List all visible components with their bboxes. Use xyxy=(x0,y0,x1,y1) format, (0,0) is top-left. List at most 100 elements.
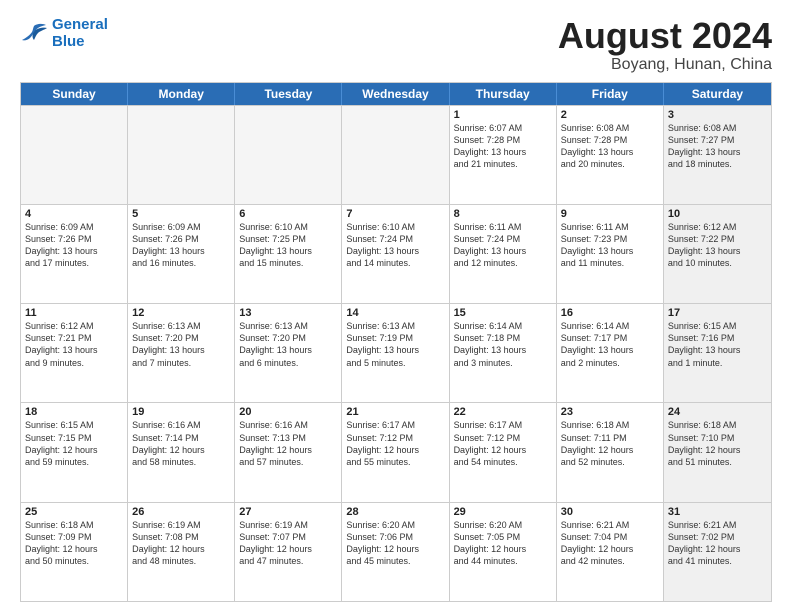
cal-cell: 3Sunrise: 6:08 AM Sunset: 7:27 PM Daylig… xyxy=(664,106,771,204)
cal-row: 25Sunrise: 6:18 AM Sunset: 7:09 PM Dayli… xyxy=(21,502,771,601)
cal-cell: 13Sunrise: 6:13 AM Sunset: 7:20 PM Dayli… xyxy=(235,304,342,402)
cell-info: Sunrise: 6:16 AM Sunset: 7:14 PM Dayligh… xyxy=(132,419,230,468)
cal-cell: 29Sunrise: 6:20 AM Sunset: 7:05 PM Dayli… xyxy=(450,503,557,601)
cell-info: Sunrise: 6:12 AM Sunset: 7:21 PM Dayligh… xyxy=(25,320,123,369)
day-number: 9 xyxy=(561,208,659,220)
cell-info: Sunrise: 6:21 AM Sunset: 7:02 PM Dayligh… xyxy=(668,519,767,568)
cell-info: Sunrise: 6:21 AM Sunset: 7:04 PM Dayligh… xyxy=(561,519,659,568)
cal-cell: 21Sunrise: 6:17 AM Sunset: 7:12 PM Dayli… xyxy=(342,403,449,501)
cal-cell xyxy=(128,106,235,204)
calendar-body: 1Sunrise: 6:07 AM Sunset: 7:28 PM Daylig… xyxy=(21,105,771,601)
cal-cell: 16Sunrise: 6:14 AM Sunset: 7:17 PM Dayli… xyxy=(557,304,664,402)
day-number: 14 xyxy=(346,307,444,319)
cal-cell: 18Sunrise: 6:15 AM Sunset: 7:15 PM Dayli… xyxy=(21,403,128,501)
day-number: 16 xyxy=(561,307,659,319)
day-number: 7 xyxy=(346,208,444,220)
cal-cell: 17Sunrise: 6:15 AM Sunset: 7:16 PM Dayli… xyxy=(664,304,771,402)
cell-info: Sunrise: 6:14 AM Sunset: 7:18 PM Dayligh… xyxy=(454,320,552,369)
logo: General Blue xyxy=(20,16,108,50)
cal-cell: 11Sunrise: 6:12 AM Sunset: 7:21 PM Dayli… xyxy=(21,304,128,402)
main-title: August 2024 xyxy=(558,16,772,56)
cal-cell: 10Sunrise: 6:12 AM Sunset: 7:22 PM Dayli… xyxy=(664,205,771,303)
cell-info: Sunrise: 6:16 AM Sunset: 7:13 PM Dayligh… xyxy=(239,419,337,468)
cal-cell: 14Sunrise: 6:13 AM Sunset: 7:19 PM Dayli… xyxy=(342,304,449,402)
day-number: 27 xyxy=(239,506,337,518)
title-block: August 2024 Boyang, Hunan, China xyxy=(558,16,772,74)
page: General Blue August 2024 Boyang, Hunan, … xyxy=(0,0,792,612)
cal-cell: 26Sunrise: 6:19 AM Sunset: 7:08 PM Dayli… xyxy=(128,503,235,601)
cell-info: Sunrise: 6:13 AM Sunset: 7:20 PM Dayligh… xyxy=(132,320,230,369)
day-number: 15 xyxy=(454,307,552,319)
cell-info: Sunrise: 6:11 AM Sunset: 7:24 PM Dayligh… xyxy=(454,221,552,270)
cell-info: Sunrise: 6:08 AM Sunset: 7:28 PM Dayligh… xyxy=(561,122,659,171)
cell-info: Sunrise: 6:18 AM Sunset: 7:11 PM Dayligh… xyxy=(561,419,659,468)
day-number: 5 xyxy=(132,208,230,220)
cell-info: Sunrise: 6:14 AM Sunset: 7:17 PM Dayligh… xyxy=(561,320,659,369)
day-number: 25 xyxy=(25,506,123,518)
day-number: 8 xyxy=(454,208,552,220)
day-number: 29 xyxy=(454,506,552,518)
day-number: 19 xyxy=(132,406,230,418)
day-number: 23 xyxy=(561,406,659,418)
cal-cell: 2Sunrise: 6:08 AM Sunset: 7:28 PM Daylig… xyxy=(557,106,664,204)
cal-header-day: Wednesday xyxy=(342,83,449,105)
day-number: 13 xyxy=(239,307,337,319)
cal-cell: 25Sunrise: 6:18 AM Sunset: 7:09 PM Dayli… xyxy=(21,503,128,601)
cell-info: Sunrise: 6:12 AM Sunset: 7:22 PM Dayligh… xyxy=(668,221,767,270)
cal-header-day: Saturday xyxy=(664,83,771,105)
cal-cell: 12Sunrise: 6:13 AM Sunset: 7:20 PM Dayli… xyxy=(128,304,235,402)
cell-info: Sunrise: 6:19 AM Sunset: 7:08 PM Dayligh… xyxy=(132,519,230,568)
cal-header-day: Monday xyxy=(128,83,235,105)
cal-header-day: Tuesday xyxy=(235,83,342,105)
cell-info: Sunrise: 6:11 AM Sunset: 7:23 PM Dayligh… xyxy=(561,221,659,270)
cal-cell: 4Sunrise: 6:09 AM Sunset: 7:26 PM Daylig… xyxy=(21,205,128,303)
cal-row: 18Sunrise: 6:15 AM Sunset: 7:15 PM Dayli… xyxy=(21,402,771,501)
cell-info: Sunrise: 6:13 AM Sunset: 7:20 PM Dayligh… xyxy=(239,320,337,369)
cal-cell: 9Sunrise: 6:11 AM Sunset: 7:23 PM Daylig… xyxy=(557,205,664,303)
cell-info: Sunrise: 6:10 AM Sunset: 7:25 PM Dayligh… xyxy=(239,221,337,270)
day-number: 22 xyxy=(454,406,552,418)
cal-cell: 31Sunrise: 6:21 AM Sunset: 7:02 PM Dayli… xyxy=(664,503,771,601)
day-number: 21 xyxy=(346,406,444,418)
cell-info: Sunrise: 6:09 AM Sunset: 7:26 PM Dayligh… xyxy=(25,221,123,270)
cal-cell: 8Sunrise: 6:11 AM Sunset: 7:24 PM Daylig… xyxy=(450,205,557,303)
day-number: 17 xyxy=(668,307,767,319)
cal-cell xyxy=(21,106,128,204)
day-number: 1 xyxy=(454,109,552,121)
cell-info: Sunrise: 6:17 AM Sunset: 7:12 PM Dayligh… xyxy=(346,419,444,468)
cell-info: Sunrise: 6:13 AM Sunset: 7:19 PM Dayligh… xyxy=(346,320,444,369)
cal-cell: 1Sunrise: 6:07 AM Sunset: 7:28 PM Daylig… xyxy=(450,106,557,204)
cal-cell: 23Sunrise: 6:18 AM Sunset: 7:11 PM Dayli… xyxy=(557,403,664,501)
calendar: SundayMondayTuesdayWednesdayThursdayFrid… xyxy=(20,82,772,602)
day-number: 11 xyxy=(25,307,123,319)
day-number: 31 xyxy=(668,506,767,518)
day-number: 30 xyxy=(561,506,659,518)
day-number: 20 xyxy=(239,406,337,418)
cell-info: Sunrise: 6:18 AM Sunset: 7:10 PM Dayligh… xyxy=(668,419,767,468)
day-number: 10 xyxy=(668,208,767,220)
day-number: 24 xyxy=(668,406,767,418)
cal-row: 4Sunrise: 6:09 AM Sunset: 7:26 PM Daylig… xyxy=(21,204,771,303)
day-number: 18 xyxy=(25,406,123,418)
cell-info: Sunrise: 6:09 AM Sunset: 7:26 PM Dayligh… xyxy=(132,221,230,270)
day-number: 4 xyxy=(25,208,123,220)
cal-cell: 28Sunrise: 6:20 AM Sunset: 7:06 PM Dayli… xyxy=(342,503,449,601)
header: General Blue August 2024 Boyang, Hunan, … xyxy=(20,16,772,74)
cal-cell: 6Sunrise: 6:10 AM Sunset: 7:25 PM Daylig… xyxy=(235,205,342,303)
day-number: 26 xyxy=(132,506,230,518)
sub-title: Boyang, Hunan, China xyxy=(558,56,772,74)
day-number: 3 xyxy=(668,109,767,121)
cal-cell xyxy=(342,106,449,204)
cal-cell: 30Sunrise: 6:21 AM Sunset: 7:04 PM Dayli… xyxy=(557,503,664,601)
cal-cell: 22Sunrise: 6:17 AM Sunset: 7:12 PM Dayli… xyxy=(450,403,557,501)
cal-header-day: Friday xyxy=(557,83,664,105)
cal-header-day: Thursday xyxy=(450,83,557,105)
day-number: 12 xyxy=(132,307,230,319)
cell-info: Sunrise: 6:15 AM Sunset: 7:15 PM Dayligh… xyxy=(25,419,123,468)
cal-cell: 15Sunrise: 6:14 AM Sunset: 7:18 PM Dayli… xyxy=(450,304,557,402)
day-number: 6 xyxy=(239,208,337,220)
logo-icon xyxy=(20,22,48,44)
cal-cell: 5Sunrise: 6:09 AM Sunset: 7:26 PM Daylig… xyxy=(128,205,235,303)
cell-info: Sunrise: 6:20 AM Sunset: 7:05 PM Dayligh… xyxy=(454,519,552,568)
cal-row: 11Sunrise: 6:12 AM Sunset: 7:21 PM Dayli… xyxy=(21,303,771,402)
